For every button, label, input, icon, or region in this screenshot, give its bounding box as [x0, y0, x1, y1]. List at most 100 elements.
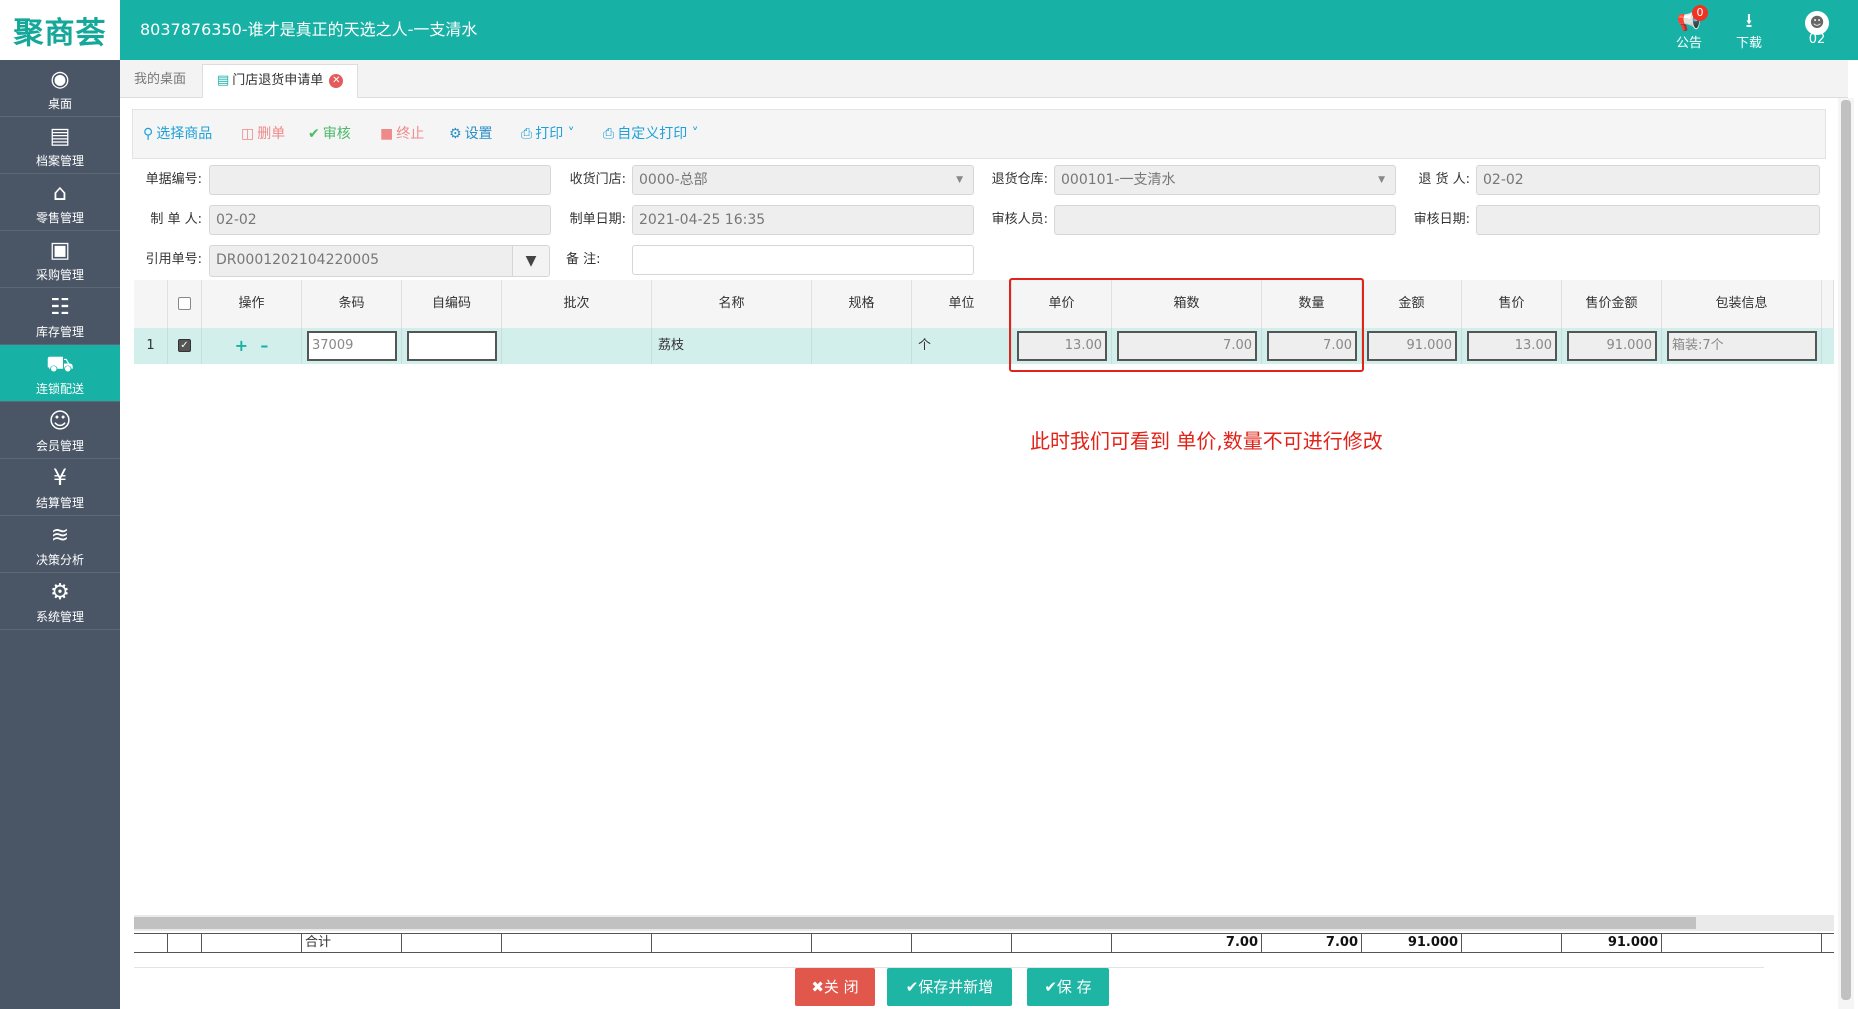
totals-cell — [1462, 934, 1562, 952]
audit-date-label: 审核日期: — [1413, 212, 1470, 227]
tab-my-desktop[interactable]: 我的桌面 — [120, 64, 200, 98]
totals-amount: 91.000 — [1362, 934, 1462, 952]
filter-icon: ▼ — [525, 253, 537, 269]
selfcode-input[interactable] — [407, 331, 497, 361]
delete-button[interactable]: ◫ 删单 — [241, 110, 285, 158]
sidebar-item-label: 系统管理 — [35, 610, 84, 624]
custom-print-button[interactable]: ⎙ 自定义打印 ˅ — [603, 110, 699, 158]
row-checkbox[interactable]: ✓ — [178, 339, 191, 352]
trash-icon: ◫ — [241, 126, 255, 142]
doc-no-field[interactable] — [209, 165, 551, 195]
totals-label: 合计 — [302, 934, 402, 952]
settings-button[interactable]: ⚙ 设置 — [449, 110, 493, 158]
save-button[interactable]: ✔保 存 — [1027, 968, 1109, 1006]
download-button[interactable]: ⭳ 下载 — [1724, 8, 1774, 54]
horizontal-scrollbar[interactable] — [134, 915, 1834, 931]
audit-button[interactable]: ✔ 审核 — [308, 110, 351, 158]
create-date-label: 制单日期: — [569, 212, 626, 227]
col-sale-price-header: 售价 — [1462, 280, 1562, 328]
notice-badge: 0 — [1692, 5, 1708, 21]
terminate-button[interactable]: ■ 终止 — [380, 110, 424, 158]
search-icon: ⚲ — [143, 126, 154, 142]
sidebar-item-settlement[interactable]: ¥ 结算管理 — [0, 459, 120, 516]
return-warehouse-label: 退货仓库: — [991, 172, 1048, 187]
sidebar-item-analysis[interactable]: ≋ 决策分析 — [0, 516, 120, 573]
download-label: 下载 — [1735, 36, 1762, 51]
close-button[interactable]: ✖关 闭 — [795, 968, 875, 1006]
sidebar-item-distribution[interactable]: ⛟ 连锁配送 — [0, 345, 120, 402]
sidebar-item-desktop[interactable]: ◉ 桌面 — [0, 60, 120, 117]
totals-cell — [502, 934, 652, 952]
remark-label: 备 注: — [566, 252, 601, 267]
select-all-checkbox[interactable] — [178, 297, 191, 310]
row-unit-cell: 个 — [912, 328, 1012, 364]
col-check-header — [168, 280, 202, 328]
download-icon: ⭳ — [1745, 8, 1753, 32]
totals-cell — [134, 934, 168, 952]
sidebar-item-system[interactable]: ⚙ 系统管理 — [0, 573, 120, 630]
user-menu[interactable]: ☻ 02 — [1792, 8, 1842, 54]
button-label: 打印 — [535, 126, 564, 142]
row-batch-cell — [502, 328, 652, 364]
archive-icon: ▤ — [49, 124, 71, 149]
receive-store-select[interactable]: 0000-总部 ▼ — [632, 165, 974, 195]
col-barcode-header: 条码 — [302, 280, 402, 328]
settlement-icon: ¥ — [53, 466, 67, 491]
ref-no-field[interactable]: DR0001202104220005 — [209, 245, 513, 277]
scroll-thumb[interactable] — [134, 917, 1696, 929]
add-row-icon[interactable]: + — [235, 336, 248, 355]
row-op-cell: + – — [202, 328, 302, 364]
button-label: 保 存 — [1056, 978, 1092, 996]
sidebar-item-label: 采购管理 — [35, 268, 84, 282]
audit-date-field[interactable] — [1476, 205, 1820, 235]
remove-row-icon[interactable]: – — [260, 336, 268, 355]
return-warehouse-select[interactable]: 000101-一支清水 ▼ — [1054, 165, 1396, 195]
sidebar-item-purchase[interactable]: ▣ 采购管理 — [0, 231, 120, 288]
chevron-down-icon: ˅ — [563, 126, 575, 142]
row-index: 1 — [134, 328, 168, 364]
button-label: 保存并新增 — [918, 978, 994, 996]
gear-icon: ⚙ — [449, 126, 462, 142]
button-label: 设置 — [464, 126, 493, 142]
sidebar-item-inventory[interactable]: ☷ 库存管理 — [0, 288, 120, 345]
sidebar-item-archive[interactable]: ▤ 档案管理 — [0, 117, 120, 174]
print-button[interactable]: ⎙ 打印 ˅ — [521, 110, 575, 158]
tab-close-icon[interactable]: ✕ — [329, 73, 344, 88]
chevron-down-icon: ▼ — [956, 175, 963, 185]
sale-price-input: 13.00 — [1467, 331, 1557, 361]
returner-field[interactable]: 02-02 — [1476, 165, 1820, 195]
notice-button[interactable]: 📢 0 公告 — [1664, 5, 1714, 54]
app-logo[interactable]: 聚商荟 — [0, 0, 120, 60]
return-warehouse-value: 000101-一支清水 — [1061, 172, 1176, 188]
remark-field[interactable] — [632, 245, 974, 275]
creator-field[interactable]: 02-02 — [209, 205, 551, 235]
tab-label: 门店退货申请单 — [232, 73, 324, 88]
row-amount-cell: 91.000 — [1362, 328, 1462, 364]
user-label: 02 — [1808, 32, 1826, 47]
barcode-input[interactable]: 37009 — [307, 331, 397, 361]
tab-store-return[interactable]: ▤ 门店退货申请单 ✕ — [202, 64, 359, 98]
button-label: 选择商品 — [156, 126, 213, 142]
row-barcode-cell: 37009 — [302, 328, 402, 364]
create-date-field[interactable]: 2021-04-25 16:35 — [632, 205, 974, 235]
sidebar-item-label: 决策分析 — [35, 553, 84, 567]
store-icon: ⌂ — [53, 181, 67, 206]
sidebar-item-member[interactable]: ☺ 会员管理 — [0, 402, 120, 459]
row-check-cell: ✓ — [168, 328, 202, 364]
row-pack-cell: 箱装:7个 — [1662, 328, 1822, 364]
filter-button[interactable]: ▼ — [512, 245, 550, 277]
select-goods-button[interactable]: ⚲ 选择商品 — [143, 110, 212, 158]
auditor-field[interactable] — [1054, 205, 1396, 235]
sidebar-item-retail[interactable]: ⌂ 零售管理 — [0, 174, 120, 231]
col-spec-header: 规格 — [812, 280, 912, 328]
dashboard-icon: ◉ — [50, 67, 70, 92]
vertical-scrollbar[interactable] — [1838, 98, 1854, 1009]
tab-label: 我的桌面 — [134, 72, 187, 87]
printer-icon: ⎙ — [521, 126, 533, 142]
doc-no-label: 单据编号: — [145, 172, 202, 187]
save-and-new-button[interactable]: ✔保存并新增 — [887, 968, 1012, 1006]
scroll-thumb[interactable] — [1841, 100, 1851, 1000]
notice-label: 公告 — [1675, 36, 1702, 51]
highlight-box — [1009, 278, 1364, 372]
tab-bar: 我的桌面 ▤ 门店退货申请单 ✕ — [120, 60, 1848, 98]
